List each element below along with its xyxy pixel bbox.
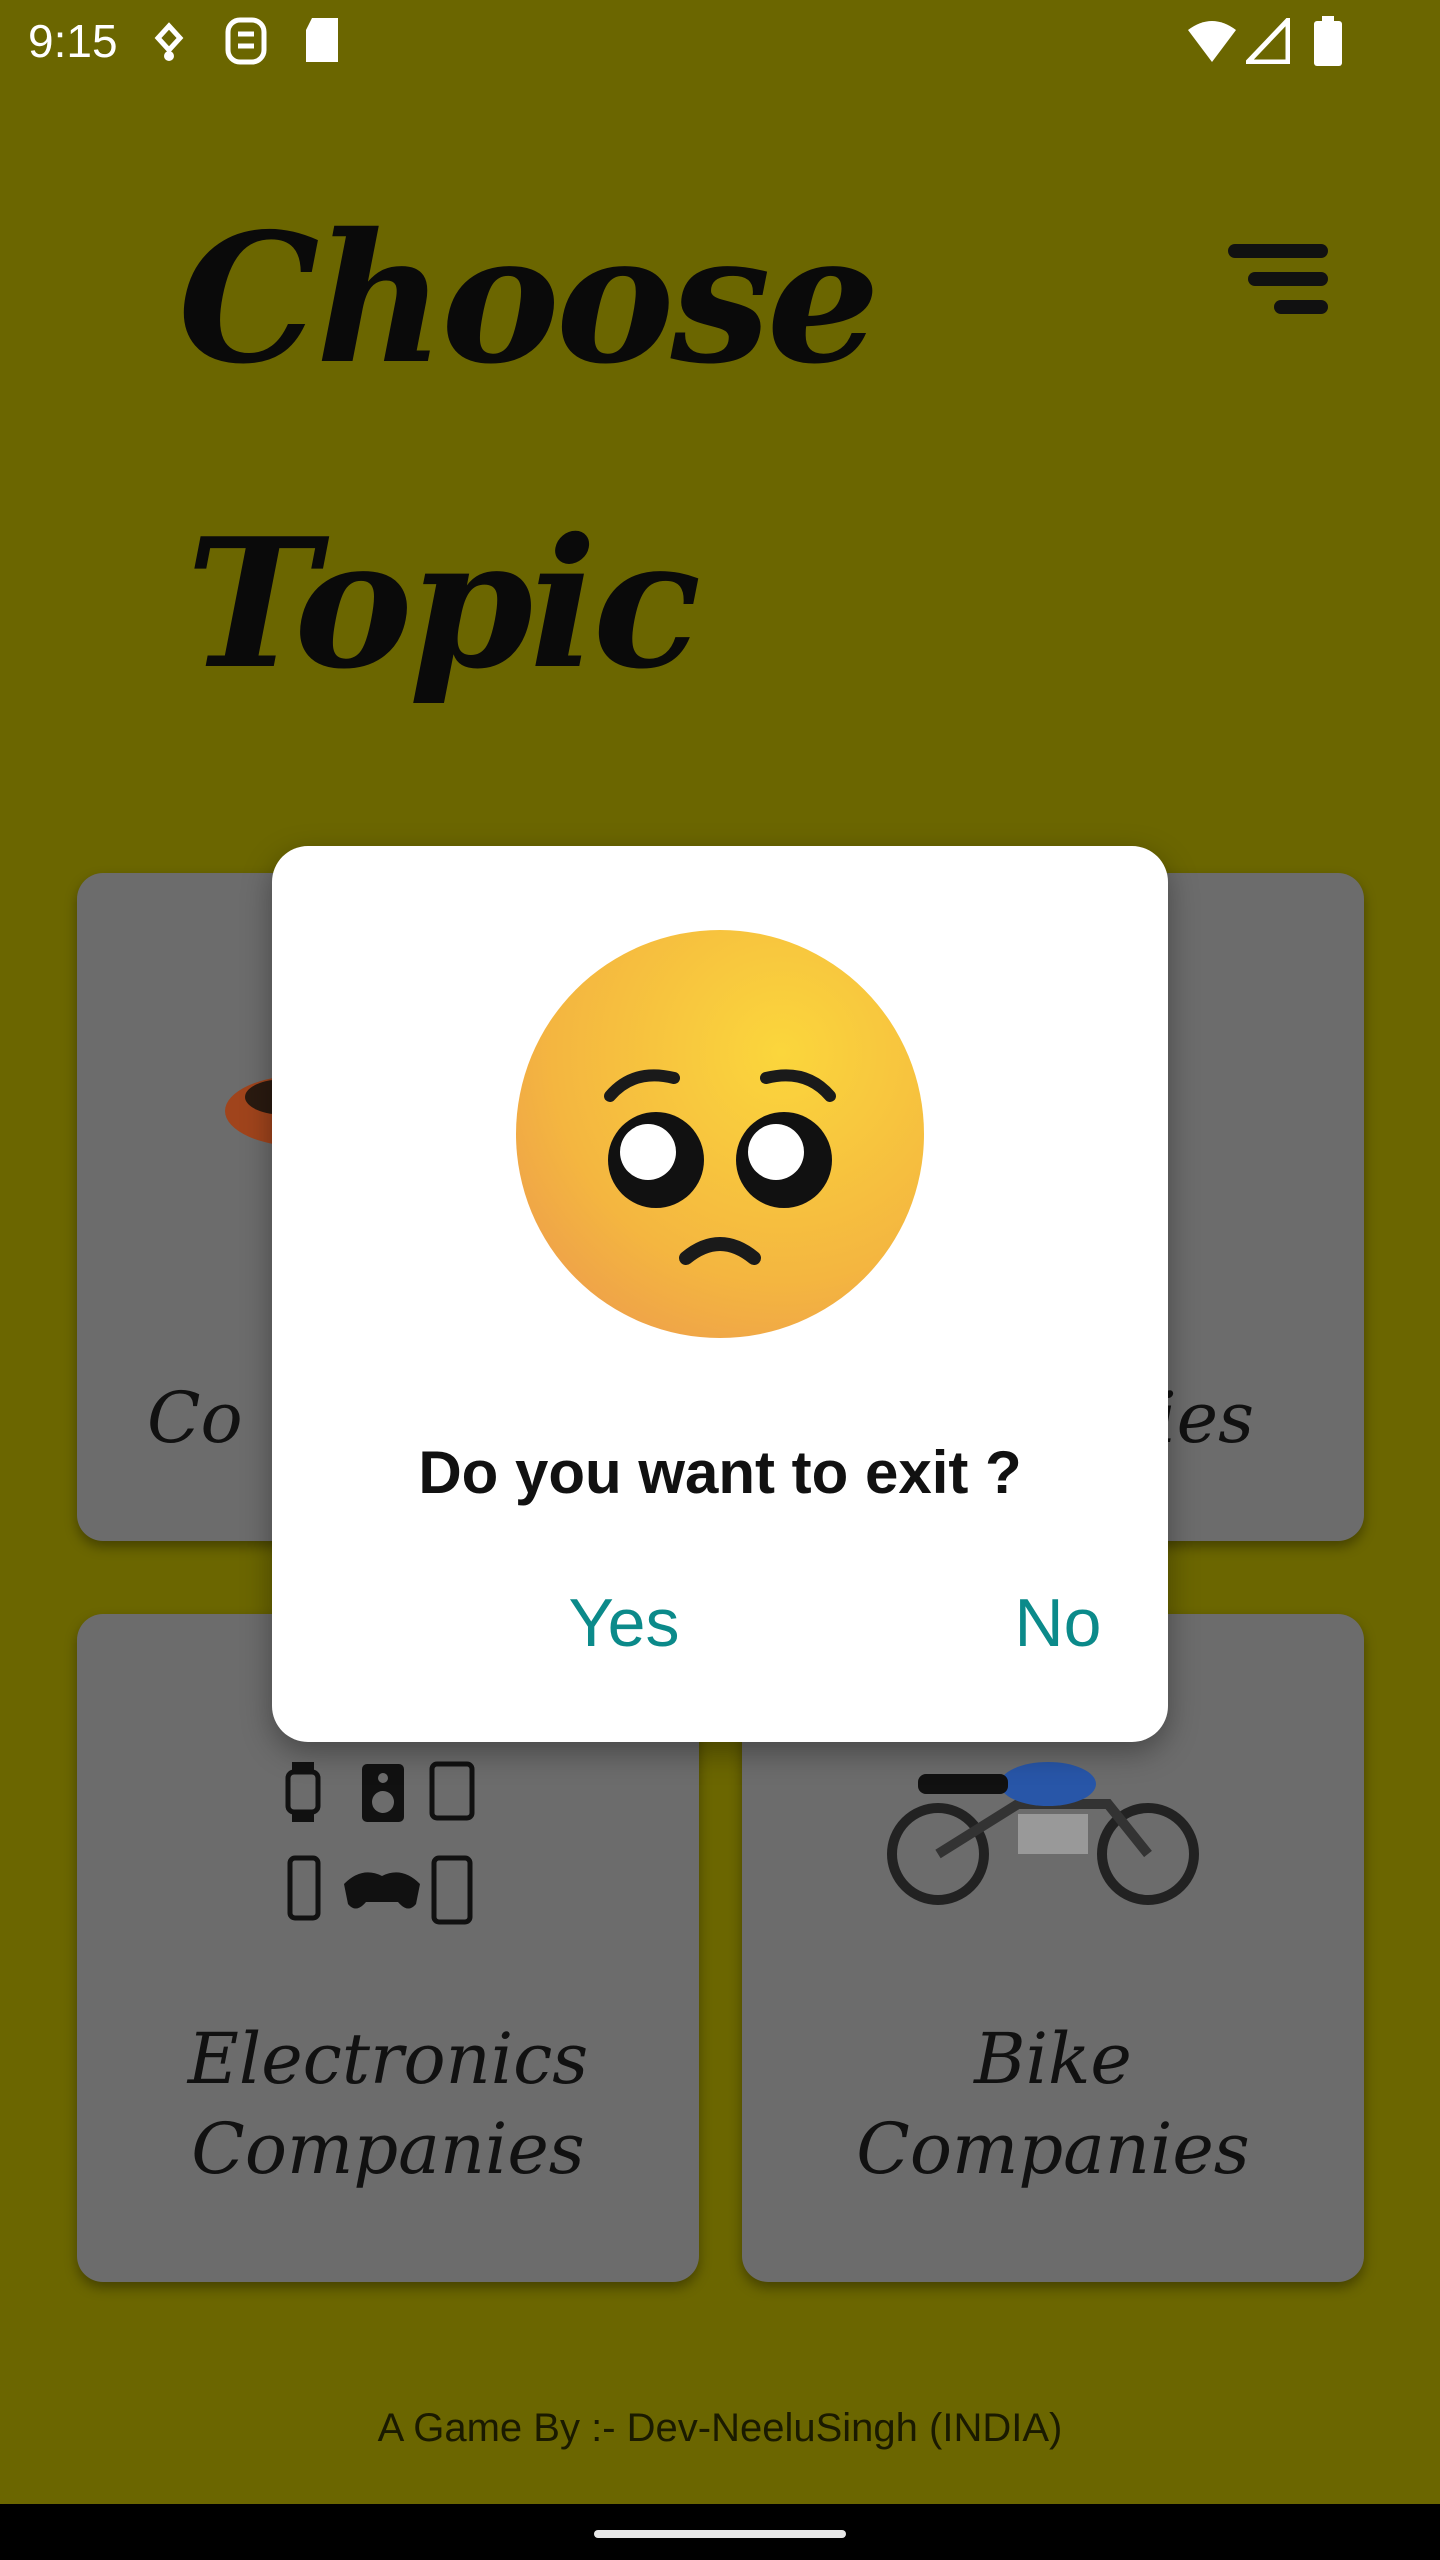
pleading-face-emoji bbox=[516, 930, 924, 1338]
wifi-icon bbox=[1188, 21, 1236, 62]
exit-dialog: Do you want to exit ? Yes No bbox=[272, 846, 1168, 1742]
navigation-bar bbox=[0, 2504, 1440, 2560]
no-button[interactable]: No bbox=[908, 1584, 1208, 1662]
footer-credit: A Game By :- Dev-NeeluSingh (INDIA) bbox=[377, 2406, 1063, 2450]
yes-button[interactable]: Yes bbox=[474, 1584, 774, 1662]
battery-icon bbox=[1314, 16, 1342, 66]
assistant-icon bbox=[154, 22, 184, 61]
dialog-message: Do you want to exit ? bbox=[418, 1439, 1022, 1506]
status-time: 9:15 bbox=[28, 15, 118, 67]
sd-card-icon bbox=[306, 18, 338, 62]
app-notification-icon bbox=[225, 17, 267, 65]
home-gesture-handle[interactable] bbox=[594, 2530, 846, 2538]
signal-icon bbox=[1246, 18, 1290, 64]
status-bar: 9:15 bbox=[0, 0, 1440, 84]
